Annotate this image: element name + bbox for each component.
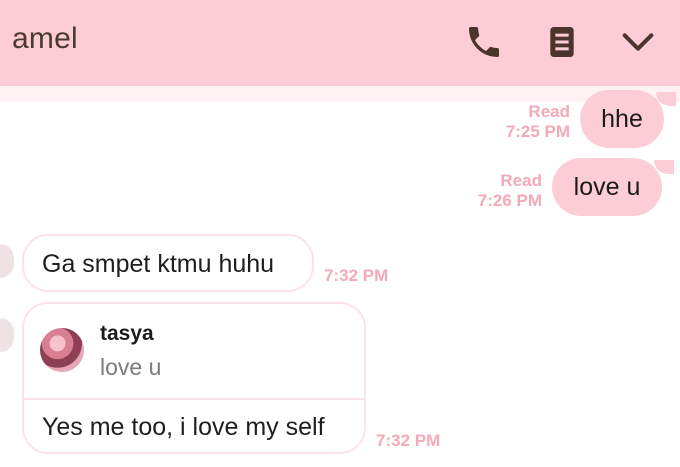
message-time: 7:32 PM [324, 266, 389, 285]
message-text: love u [573, 172, 641, 201]
incoming-reply-message[interactable]: tasya love u Yes me too, i love my self [22, 302, 366, 454]
message-text: Ga smpet ktmu huhu [42, 250, 275, 278]
header-divider [0, 86, 680, 102]
message-time: 7:32 PM [376, 431, 441, 450]
outgoing-message[interactable]: hhe [580, 90, 664, 148]
message-meta: Read 7:26 PM [478, 171, 542, 211]
chevron-down-icon[interactable] [618, 22, 658, 62]
quoted-reply[interactable]: tasya love u [24, 304, 364, 400]
message-time: 7:26 PM [477, 191, 542, 210]
notes-icon[interactable] [542, 22, 582, 62]
reply-quoted-text: love u [100, 354, 162, 380]
chat-header: amel [0, 0, 680, 86]
incoming-message[interactable]: Ga smpet ktmu huhu [22, 234, 314, 292]
read-status: Read [528, 102, 570, 121]
sender-avatar[interactable] [0, 318, 14, 352]
read-status: Read [500, 171, 542, 190]
message-text: Yes me too, i love my self [42, 413, 325, 441]
message-text: hhe [601, 104, 643, 133]
reply-avatar [40, 328, 84, 372]
message-meta: Read 7:25 PM [506, 102, 570, 142]
message-time: 7:25 PM [505, 122, 570, 141]
reply-sender-name: tasya [100, 322, 154, 345]
chat-title[interactable]: amel [12, 22, 78, 56]
phone-icon[interactable] [464, 22, 504, 62]
sender-avatar[interactable] [0, 244, 14, 278]
outgoing-message[interactable]: love u [552, 158, 662, 216]
